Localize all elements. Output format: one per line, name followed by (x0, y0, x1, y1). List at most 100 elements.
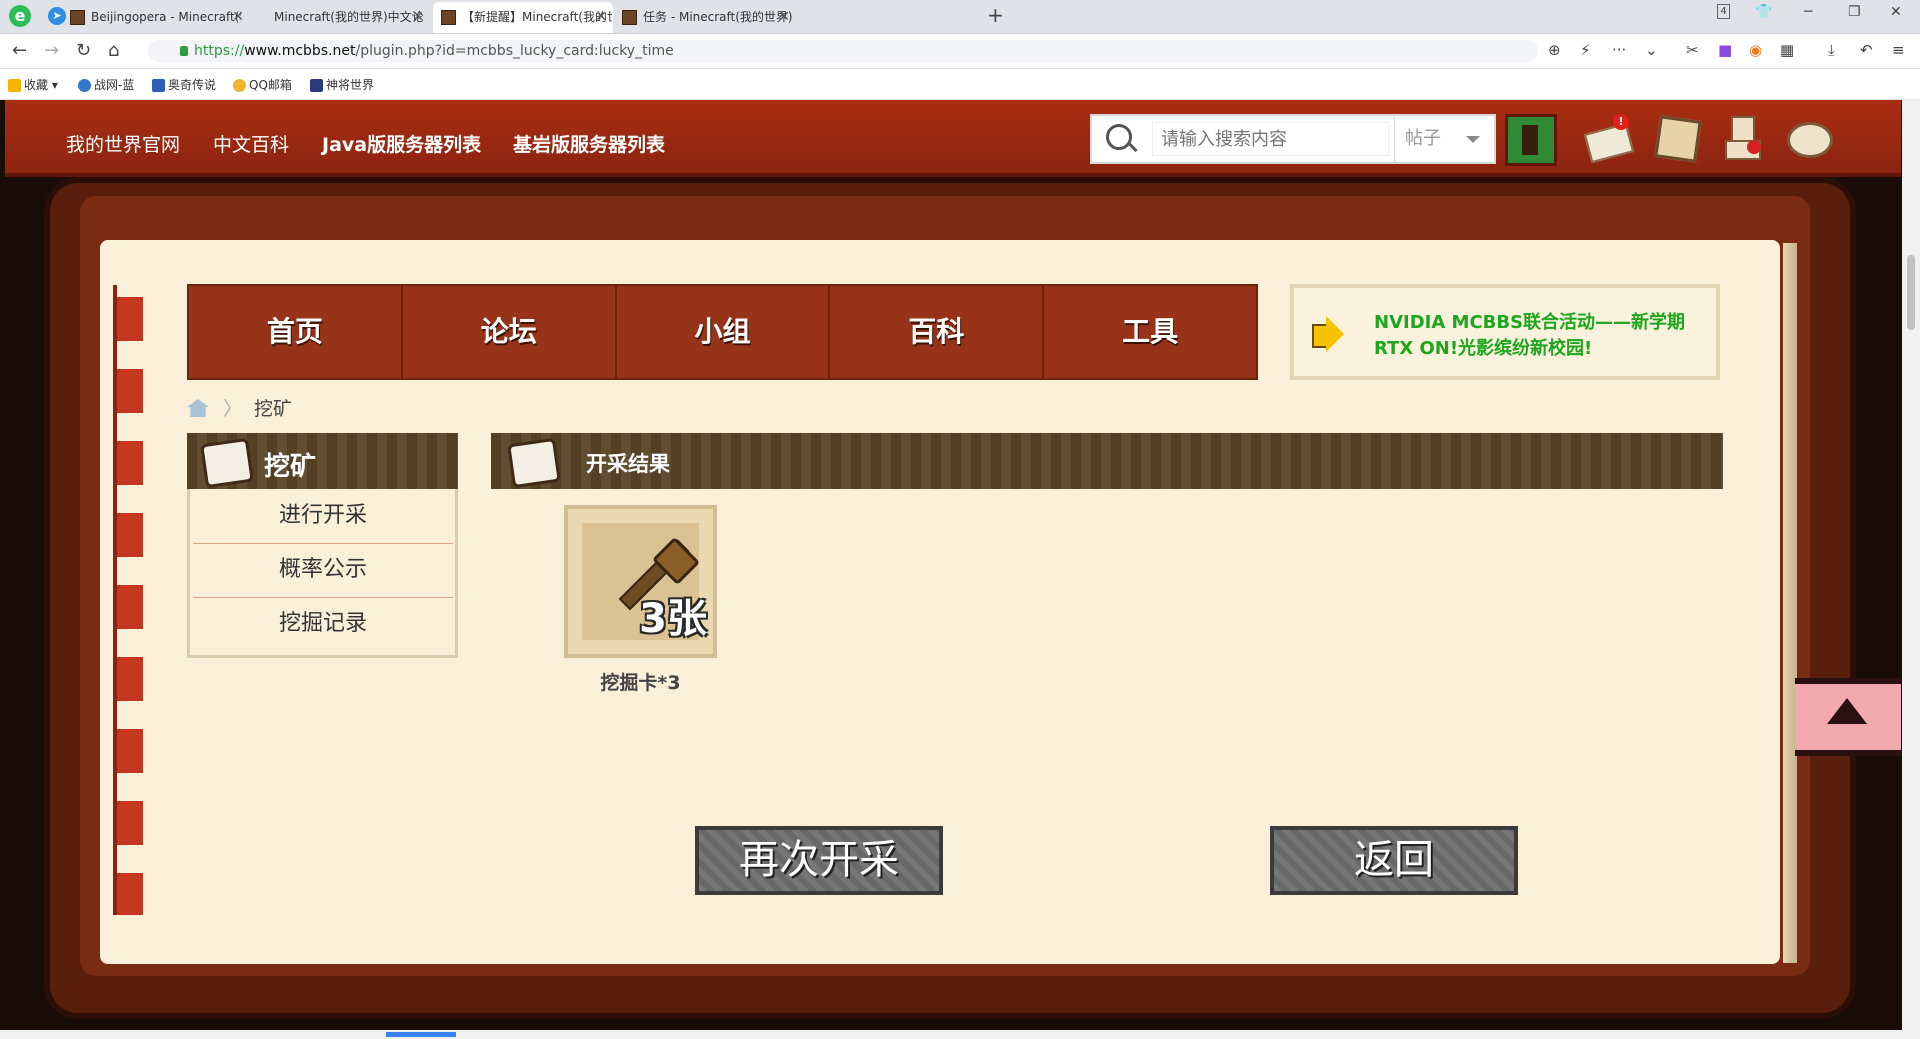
lock-icon (180, 46, 188, 56)
nav-bedrock-servers[interactable]: 基岩版服务器列表 (513, 130, 665, 157)
search-box: 帖子 (1090, 114, 1496, 164)
reload-icon[interactable]: ↻ (76, 40, 91, 61)
breadcrumb: 〉挖矿 (187, 394, 292, 421)
tab-close-icon[interactable]: ✕ (778, 2, 790, 33)
tab-close-icon[interactable]: ✕ (412, 2, 424, 33)
result-header: 开采结果 (491, 433, 1723, 489)
aoqi-icon (152, 79, 165, 92)
bookmark-aoqi[interactable]: 奥奇传说 (152, 76, 216, 93)
main-nav: 首页 论坛 小组 百科 工具 (187, 284, 1258, 380)
dig-card-item[interactable]: 3张 (564, 505, 717, 658)
user-icon[interactable] (1721, 114, 1765, 160)
notification-badge: ! (1613, 114, 1629, 130)
page-edge (1783, 243, 1797, 963)
nav-official-site[interactable]: 我的世界官网 (66, 130, 180, 157)
battlenet-icon (78, 79, 91, 92)
translate-icon[interactable]: ■ (1718, 41, 1732, 59)
close-window-icon[interactable]: ✕ (1890, 4, 1902, 20)
browser-tab-bar: e ➤ Beijingopera - Minecraft(我 ✕ Minecraf… (0, 0, 1920, 34)
arrow-up-icon (1827, 698, 1867, 724)
browser-tab-2[interactable]: Minecraft(我的世界)中文论坛 ✕ (260, 2, 430, 33)
telegram-icon[interactable]: ➤ (48, 7, 66, 25)
bookmark-shenjiang[interactable]: 神将世界 (310, 76, 374, 93)
nav-wiki[interactable]: 中文百科 (213, 130, 289, 157)
breadcrumb-current: 挖矿 (254, 398, 293, 420)
home-icon[interactable] (187, 399, 209, 417)
search-type-select[interactable]: 帖子 (1394, 116, 1494, 162)
scroll-icon (200, 437, 254, 489)
minecraft-favicon-icon (622, 10, 637, 25)
apps-icon[interactable]: ▦ (1780, 41, 1794, 59)
sidebar-item-probability[interactable]: 概率公示 (193, 543, 453, 598)
browser-logo-icon[interactable]: e (9, 5, 31, 27)
sidebar-item-mine[interactable]: 进行开采 (193, 489, 453, 544)
minecraft-favicon-icon (70, 10, 85, 25)
sidebar: 挖矿 进行开采 概率公示 挖掘记录 (187, 433, 458, 658)
more-icon[interactable]: ··· (1612, 41, 1626, 59)
zoom-icon[interactable]: ⊕ (1548, 41, 1561, 59)
scissors-icon[interactable]: ✂ (1686, 41, 1699, 59)
announcement-link[interactable]: NVIDIA MCBBS联合活动——新学期RTX ON!光影缤纷新校园! (1374, 310, 1709, 362)
tab-group[interactable]: 小组 (617, 286, 831, 378)
bookmarks-bar: 收藏 ▾ 战网-蓝 奥奇传说 QQ邮箱 神将世界 (0, 69, 1920, 100)
sidebar-item-records[interactable]: 挖掘记录 (193, 597, 453, 651)
new-tab-icon[interactable]: + (987, 3, 1004, 27)
book-spine (113, 285, 143, 915)
back-icon[interactable]: ← (12, 40, 27, 61)
mine-again-button[interactable]: 再次开采 (695, 826, 943, 895)
chevron-down-icon (1466, 136, 1480, 143)
tab-home[interactable]: 首页 (189, 286, 403, 378)
avatar[interactable] (1505, 114, 1557, 166)
bookmark-battlenet[interactable]: 战网-蓝 (78, 76, 134, 93)
breadcrumb-separator: 〉 (223, 398, 243, 420)
game-icon[interactable]: ◉ (1749, 41, 1762, 59)
minimize-icon[interactable]: ─ (1804, 4, 1812, 20)
sidebar-header: 挖矿 (187, 433, 458, 489)
tab-wiki[interactable]: 百科 (830, 286, 1045, 378)
undo-icon[interactable]: ↶ (1860, 41, 1873, 59)
forward-icon[interactable]: → (44, 40, 59, 61)
scrollbar-thumb[interactable] (1907, 255, 1915, 330)
star-icon (8, 79, 21, 92)
chevron-down-icon[interactable]: ⌄ (1645, 41, 1658, 59)
browser-tab-1[interactable]: Beijingopera - Minecraft(我 ✕ (70, 2, 250, 33)
nav-java-servers[interactable]: Java版服务器列表 (322, 130, 481, 157)
home-icon[interactable]: ⌂ (108, 40, 119, 61)
vertical-scrollbar[interactable] (1902, 100, 1920, 1030)
minecraft-favicon-icon (441, 10, 456, 25)
restore-icon[interactable]: ❐ (1848, 4, 1861, 20)
lightning-icon[interactable]: ⚡ (1580, 41, 1591, 59)
url-field[interactable]: https://www.mcbbs.net/plugin.php?id=mcbb… (148, 40, 1538, 62)
box-icon[interactable] (1653, 114, 1702, 163)
bookmark-favorites[interactable]: 收藏 ▾ (8, 76, 58, 93)
result-title: 开采结果 (586, 452, 670, 476)
tab-tools[interactable]: 工具 (1044, 286, 1256, 378)
bookmark-qqmail[interactable]: QQ邮箱 (233, 76, 292, 93)
shirt-icon[interactable]: 👕 (1755, 4, 1772, 20)
browser-tab-4[interactable]: 任务 - Minecraft(我的世界)中 ✕ (618, 2, 796, 33)
card-count: 3张 (639, 596, 707, 642)
browser-tab-3-active[interactable]: 【新提醒】Minecraft(我的世 ✕ (433, 2, 613, 33)
site-header: 我的世界官网 中文百科 Java版服务器列表 基岩版服务器列表 帖子 ! (5, 100, 1901, 177)
menu-icon[interactable]: ≡ (1892, 41, 1905, 59)
search-icon[interactable] (1106, 124, 1132, 150)
announcement-box: NVIDIA MCBBS联合活动——新学期RTX ON!光影缤纷新校园! (1290, 284, 1720, 380)
status-bar (0, 1030, 1920, 1039)
scroll-icon (507, 437, 561, 489)
tab-forum[interactable]: 论坛 (403, 286, 617, 378)
back-to-top-button[interactable] (1795, 678, 1901, 756)
tab-close-icon[interactable]: ✕ (595, 2, 607, 33)
mail-icon[interactable]: ! (1583, 114, 1635, 164)
download-icon[interactable]: ⤓ (1828, 41, 1835, 59)
search-input[interactable] (1152, 122, 1389, 156)
palette-icon[interactable] (1785, 114, 1833, 158)
card-label: 挖掘卡*3 (600, 672, 681, 694)
tab-close-icon[interactable]: ✕ (232, 2, 244, 33)
qqmail-icon (233, 79, 246, 92)
shenjiang-icon (310, 79, 323, 92)
load-progress (386, 1032, 456, 1037)
sidebar-title: 挖矿 (264, 452, 317, 482)
tab-count[interactable]: 4 (1717, 4, 1730, 19)
back-button[interactable]: 返回 (1270, 826, 1518, 895)
speaker-icon (1312, 316, 1350, 352)
